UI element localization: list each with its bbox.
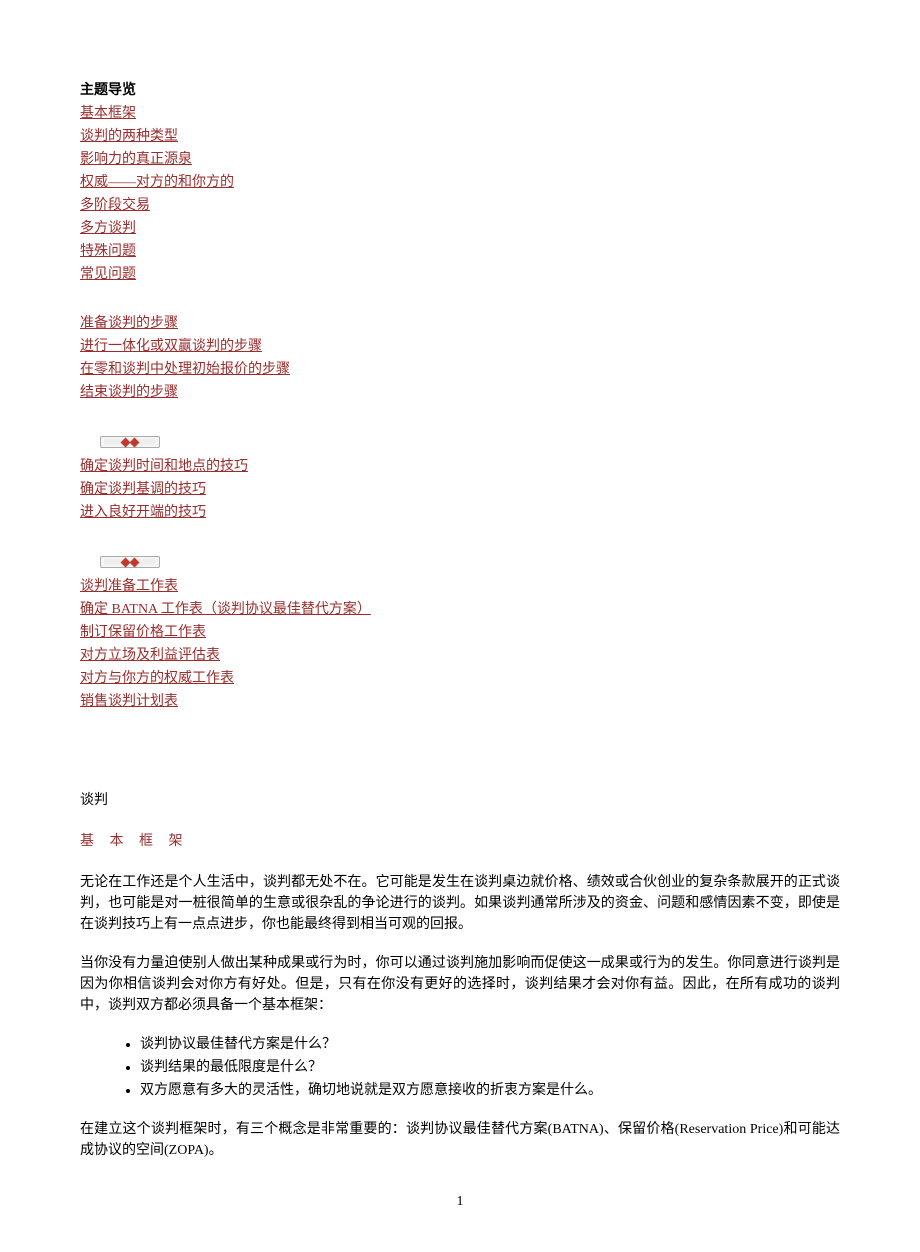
nav-link-zerosum-steps[interactable]: 在零和谈判中处理初始报价的步骤: [80, 359, 290, 380]
section-heading: 基 本 框 架: [80, 831, 840, 852]
nav-group-4: 谈判准备工作表 确定 BATNA 工作表（谈判协议最佳替代方案） 制订保留价格工…: [80, 576, 840, 712]
nav-group-3: 确定谈判时间和地点的技巧 确定谈判基调的技巧 进入良好开端的技巧: [80, 456, 840, 523]
nav-link-position-worksheet[interactable]: 对方立场及利益评估表: [80, 645, 220, 666]
nav-group-2: 准备谈判的步骤 进行一体化或双赢谈判的步骤 在零和谈判中处理初始报价的步骤 结束…: [80, 313, 840, 403]
nav-link-authority[interactable]: 权威——对方的和你方的: [80, 172, 234, 193]
topic-label: 谈判: [80, 790, 840, 811]
nav-link-influence-source[interactable]: 影响力的真正源泉: [80, 149, 192, 170]
nav-link-two-types[interactable]: 谈判的两种类型: [80, 126, 178, 147]
paragraph-1: 无论在工作还是个人生活中，谈判都无处不在。它可能是发生在谈判桌边就价格、绩效或合…: [80, 872, 840, 935]
nav-link-prep-steps[interactable]: 准备谈判的步骤: [80, 313, 178, 334]
nav-link-basic-framework[interactable]: 基本框架: [80, 103, 136, 124]
divider-icon: [100, 556, 160, 568]
nav-link-special-issues[interactable]: 特殊问题: [80, 241, 136, 262]
nav-title: 主题导览: [80, 80, 840, 101]
bullet-item: 谈判协议最佳替代方案是什么？: [140, 1034, 840, 1055]
nav-link-time-place-tips[interactable]: 确定谈判时间和地点的技巧: [80, 456, 248, 477]
nav-link-multiparty[interactable]: 多方谈判: [80, 218, 136, 239]
nav-link-batna-worksheet[interactable]: 确定 BATNA 工作表（谈判协议最佳替代方案）: [80, 599, 371, 620]
nav-group-1: 基本框架 谈判的两种类型 影响力的真正源泉 权威——对方的和你方的 多阶段交易 …: [80, 103, 840, 285]
section-divider-2: [100, 551, 840, 572]
nav-link-tone-tips[interactable]: 确定谈判基调的技巧: [80, 479, 206, 500]
bullet-item: 双方愿意有多大的灵活性，确切地说就是双方愿意接收的折衷方案是什么。: [140, 1080, 840, 1101]
nav-link-prep-worksheet[interactable]: 谈判准备工作表: [80, 576, 178, 597]
nav-link-winwin-steps[interactable]: 进行一体化或双赢谈判的步骤: [80, 336, 262, 357]
bullet-list: 谈判协议最佳替代方案是什么？ 谈判结果的最低限度是什么？ 双方愿意有多大的灵活性…: [80, 1034, 840, 1101]
divider-icon: [100, 436, 160, 448]
nav-link-good-start-tips[interactable]: 进入良好开端的技巧: [80, 502, 206, 523]
nav-link-closing-steps[interactable]: 结束谈判的步骤: [80, 382, 178, 403]
nav-link-reservation-worksheet[interactable]: 制订保留价格工作表: [80, 622, 206, 643]
nav-link-multistage[interactable]: 多阶段交易: [80, 195, 150, 216]
nav-link-authority-worksheet[interactable]: 对方与你方的权威工作表: [80, 668, 234, 689]
nav-link-faq[interactable]: 常见问题: [80, 264, 136, 285]
nav-link-sales-plan-worksheet[interactable]: 销售谈判计划表: [80, 691, 178, 712]
page-number: 1: [80, 1191, 840, 1212]
paragraph-2: 当你没有力量迫使别人做出某种成果或行为时，你可以通过谈判施加影响而促使这一成果或…: [80, 953, 840, 1016]
bullet-item: 谈判结果的最低限度是什么？: [140, 1057, 840, 1078]
section-divider-1: [100, 431, 840, 452]
paragraph-3: 在建立这个谈判框架时，有三个概念是非常重要的：谈判协议最佳替代方案(BATNA)…: [80, 1119, 840, 1161]
